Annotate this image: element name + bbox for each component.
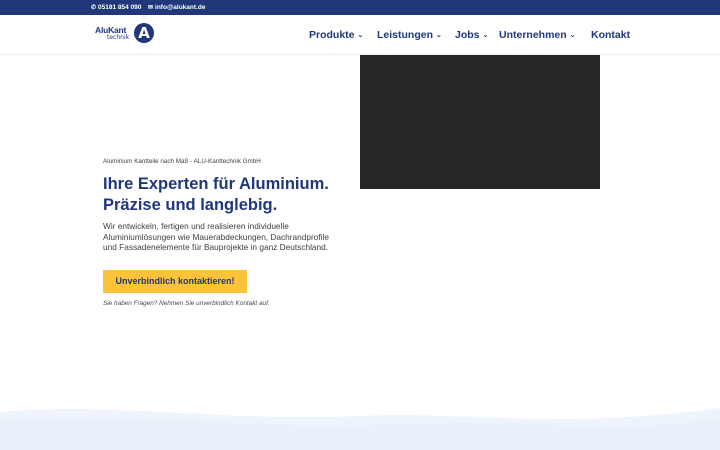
nav-item-jobs[interactable]: Jobs ⌄ <box>455 29 488 41</box>
envelope-icon: ✉ <box>148 4 154 11</box>
site-logo[interactable]: AluKant technik A <box>95 22 159 48</box>
bottom-wave-divider <box>0 408 720 450</box>
headline-line-2: Präzise und langlebig. <box>103 196 278 214</box>
chevron-down-icon: ⌄ <box>436 32 442 39</box>
site-header: AluKant technik A Produkte ⌄ Leistungen … <box>0 15 720 55</box>
hero-lead-text: Wir entwickeln, fertigen und realisieren… <box>103 221 329 253</box>
nav-item-label: Jobs <box>455 29 480 41</box>
nav-item-kontakt[interactable]: Kontakt <box>591 29 630 41</box>
chevron-down-icon: ⌄ <box>482 32 489 39</box>
logo-sub-text: technik <box>107 34 130 41</box>
email-link[interactable]: ✉ info@alukant.de <box>148 4 205 11</box>
chevron-down-icon: ⌄ <box>569 32 576 39</box>
logo-a-icon: A <box>134 23 154 43</box>
chevron-down-icon: ⌄ <box>357 32 364 39</box>
nav-item-unternehmen[interactable]: Unternehmen ⌄ <box>499 29 576 41</box>
hero-headline: Ihre Experten für Aluminium. Präzise und… <box>103 174 329 216</box>
headline-line-1: Ihre Experten für Aluminium. <box>103 175 329 193</box>
hero-hint-text: Sie haben Fragen? Nehmen Sie unverbindli… <box>103 300 270 307</box>
contact-cta-button[interactable]: Unverbindlich kontaktieren! <box>103 270 247 293</box>
phone-link[interactable]: ✆ 05181 854 090 <box>91 4 141 11</box>
nav-item-label: Produkte <box>309 29 355 41</box>
phone-number: 05181 854 090 <box>98 4 142 11</box>
nav-item-leistungen[interactable]: Leistungen ⌄ <box>377 29 442 41</box>
top-bar: ✆ 05181 854 090 ✉ info@alukant.de <box>0 0 720 15</box>
phone-icon: ✆ <box>91 4 97 11</box>
email-address: info@alukant.de <box>155 4 206 11</box>
nav-item-produkte[interactable]: Produkte ⌄ <box>309 29 363 41</box>
hero-video[interactable] <box>360 55 600 189</box>
nav-item-label: Leistungen <box>377 29 434 41</box>
nav-item-label: Kontakt <box>591 29 631 41</box>
nav-item-label: Unternehmen <box>499 29 567 41</box>
hero-eyebrow: Aluminium Kantteile nach Maß - ALU-Kantt… <box>103 158 261 165</box>
